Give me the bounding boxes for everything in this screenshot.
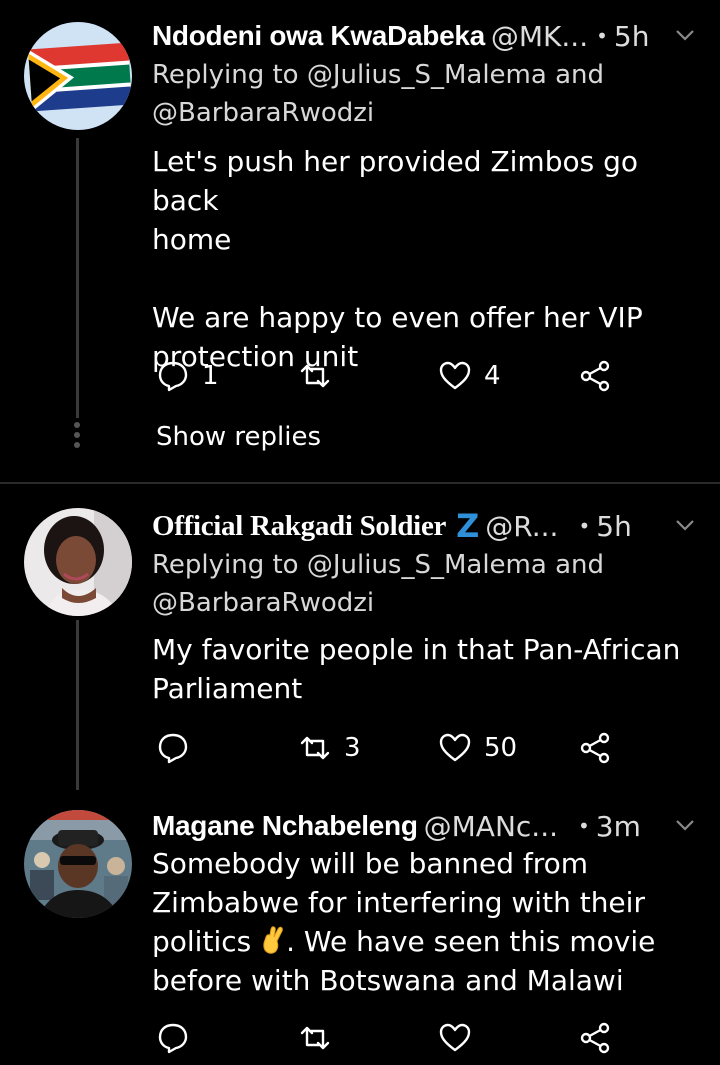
like-count: 50 (484, 733, 518, 763)
like-count: 4 (484, 361, 501, 391)
separator-dot: • (578, 514, 591, 538)
like-button[interactable] (438, 1016, 484, 1060)
display-name[interactable]: Magane Nchabeleng (152, 810, 418, 842)
retweet-count: 3 (344, 733, 361, 763)
verified-z-badge-icon: Z (456, 507, 480, 545)
thread-line (76, 620, 79, 790)
user-handle[interactable]: @R... (485, 510, 558, 543)
share-icon (580, 732, 610, 764)
tweet-text: Somebody will be banned from Zimbabwe fo… (152, 844, 697, 1000)
retweet-button[interactable]: 3 (298, 726, 361, 770)
thread-dots (74, 422, 81, 448)
timestamp[interactable]: 5h (614, 20, 650, 53)
reply-button[interactable] (156, 1016, 202, 1060)
share-icon (580, 360, 610, 392)
tweet-1[interactable]: Ndodeni owa KwaDabeka @MK... • 5h Replyi… (0, 0, 720, 480)
reply-button[interactable]: 1 (156, 354, 219, 398)
chevron-down-icon[interactable] (674, 24, 696, 46)
heart-icon (439, 361, 471, 390)
tweet-text: Let's push her provided Zimbos go back h… (152, 145, 643, 373)
avatar[interactable] (24, 810, 132, 918)
user-handle[interactable]: @MK... (491, 20, 588, 53)
heart-icon (439, 733, 471, 762)
show-replies-link[interactable]: Show replies (156, 422, 321, 452)
separator-dot: • (578, 814, 590, 838)
tweet-3[interactable]: Magane Nchabeleng @MANc... • 3m Somebody… (0, 800, 720, 1065)
crossed-fingers-icon (263, 926, 283, 954)
display-name[interactable]: Ndodeni owa KwaDabeka (152, 20, 485, 52)
replying-to-line-2[interactable]: @BarbaraRwodzi (152, 94, 692, 132)
tweet-header: Magane Nchabeleng @MANc... • 3m (152, 806, 690, 846)
reply-icon (158, 733, 188, 764)
south-africa-flag-icon (24, 22, 132, 130)
tweet-header: Ndodeni owa KwaDabeka @MK... • 5h (152, 16, 690, 56)
share-button[interactable] (578, 726, 612, 770)
tweet-actions (152, 1016, 672, 1060)
heart-icon (439, 1023, 471, 1052)
reply-button[interactable] (156, 726, 202, 770)
chevron-down-icon[interactable] (674, 814, 696, 836)
reply-icon (158, 1023, 188, 1054)
profile-photo-icon (24, 508, 132, 616)
like-button[interactable]: 50 (438, 726, 517, 770)
profile-photo-icon (24, 810, 132, 918)
retweet-icon (300, 1026, 330, 1050)
display-name[interactable]: Official Rakgadi Soldier (152, 510, 446, 543)
tweet-text: My favorite people in that Pan-African P… (152, 633, 681, 705)
tweet-actions: 1 4 (152, 354, 672, 398)
timestamp[interactable]: 3m (596, 810, 641, 843)
replying-to-line-1[interactable]: Replying to @Julius_S_Malema and (152, 56, 692, 94)
tweet-actions: 3 50 (152, 726, 672, 770)
retweet-button[interactable] (298, 354, 344, 398)
tweet-header: Official Rakgadi Soldier Z @R... • 5h (152, 506, 690, 546)
avatar[interactable] (24, 22, 132, 130)
share-icon (580, 1022, 610, 1054)
replying-to: Replying to @Julius_S_Malema and @Barbar… (152, 546, 692, 622)
retweet-button[interactable] (298, 1016, 344, 1060)
reply-count: 1 (202, 361, 219, 391)
retweet-icon (300, 736, 330, 760)
chevron-down-icon[interactable] (674, 514, 696, 536)
tweet-2[interactable]: Official Rakgadi Soldier Z @R... • 5h Re… (0, 490, 720, 790)
avatar[interactable] (24, 508, 132, 616)
like-button[interactable]: 4 (438, 354, 501, 398)
replying-to-line-2[interactable]: @BarbaraRwodzi (152, 584, 692, 622)
retweet-icon (300, 364, 330, 388)
separator-dot: • (596, 24, 608, 48)
user-handle[interactable]: @MANc... (424, 810, 558, 843)
replying-to: Replying to @Julius_S_Malema and @Barbar… (152, 56, 692, 132)
share-button[interactable] (578, 354, 612, 398)
reply-icon (158, 361, 188, 392)
replying-to-line-1[interactable]: Replying to @Julius_S_Malema and (152, 546, 692, 584)
thread-line (76, 138, 79, 418)
share-button[interactable] (578, 1016, 612, 1060)
timestamp[interactable]: 5h (596, 510, 632, 543)
divider (0, 482, 720, 484)
